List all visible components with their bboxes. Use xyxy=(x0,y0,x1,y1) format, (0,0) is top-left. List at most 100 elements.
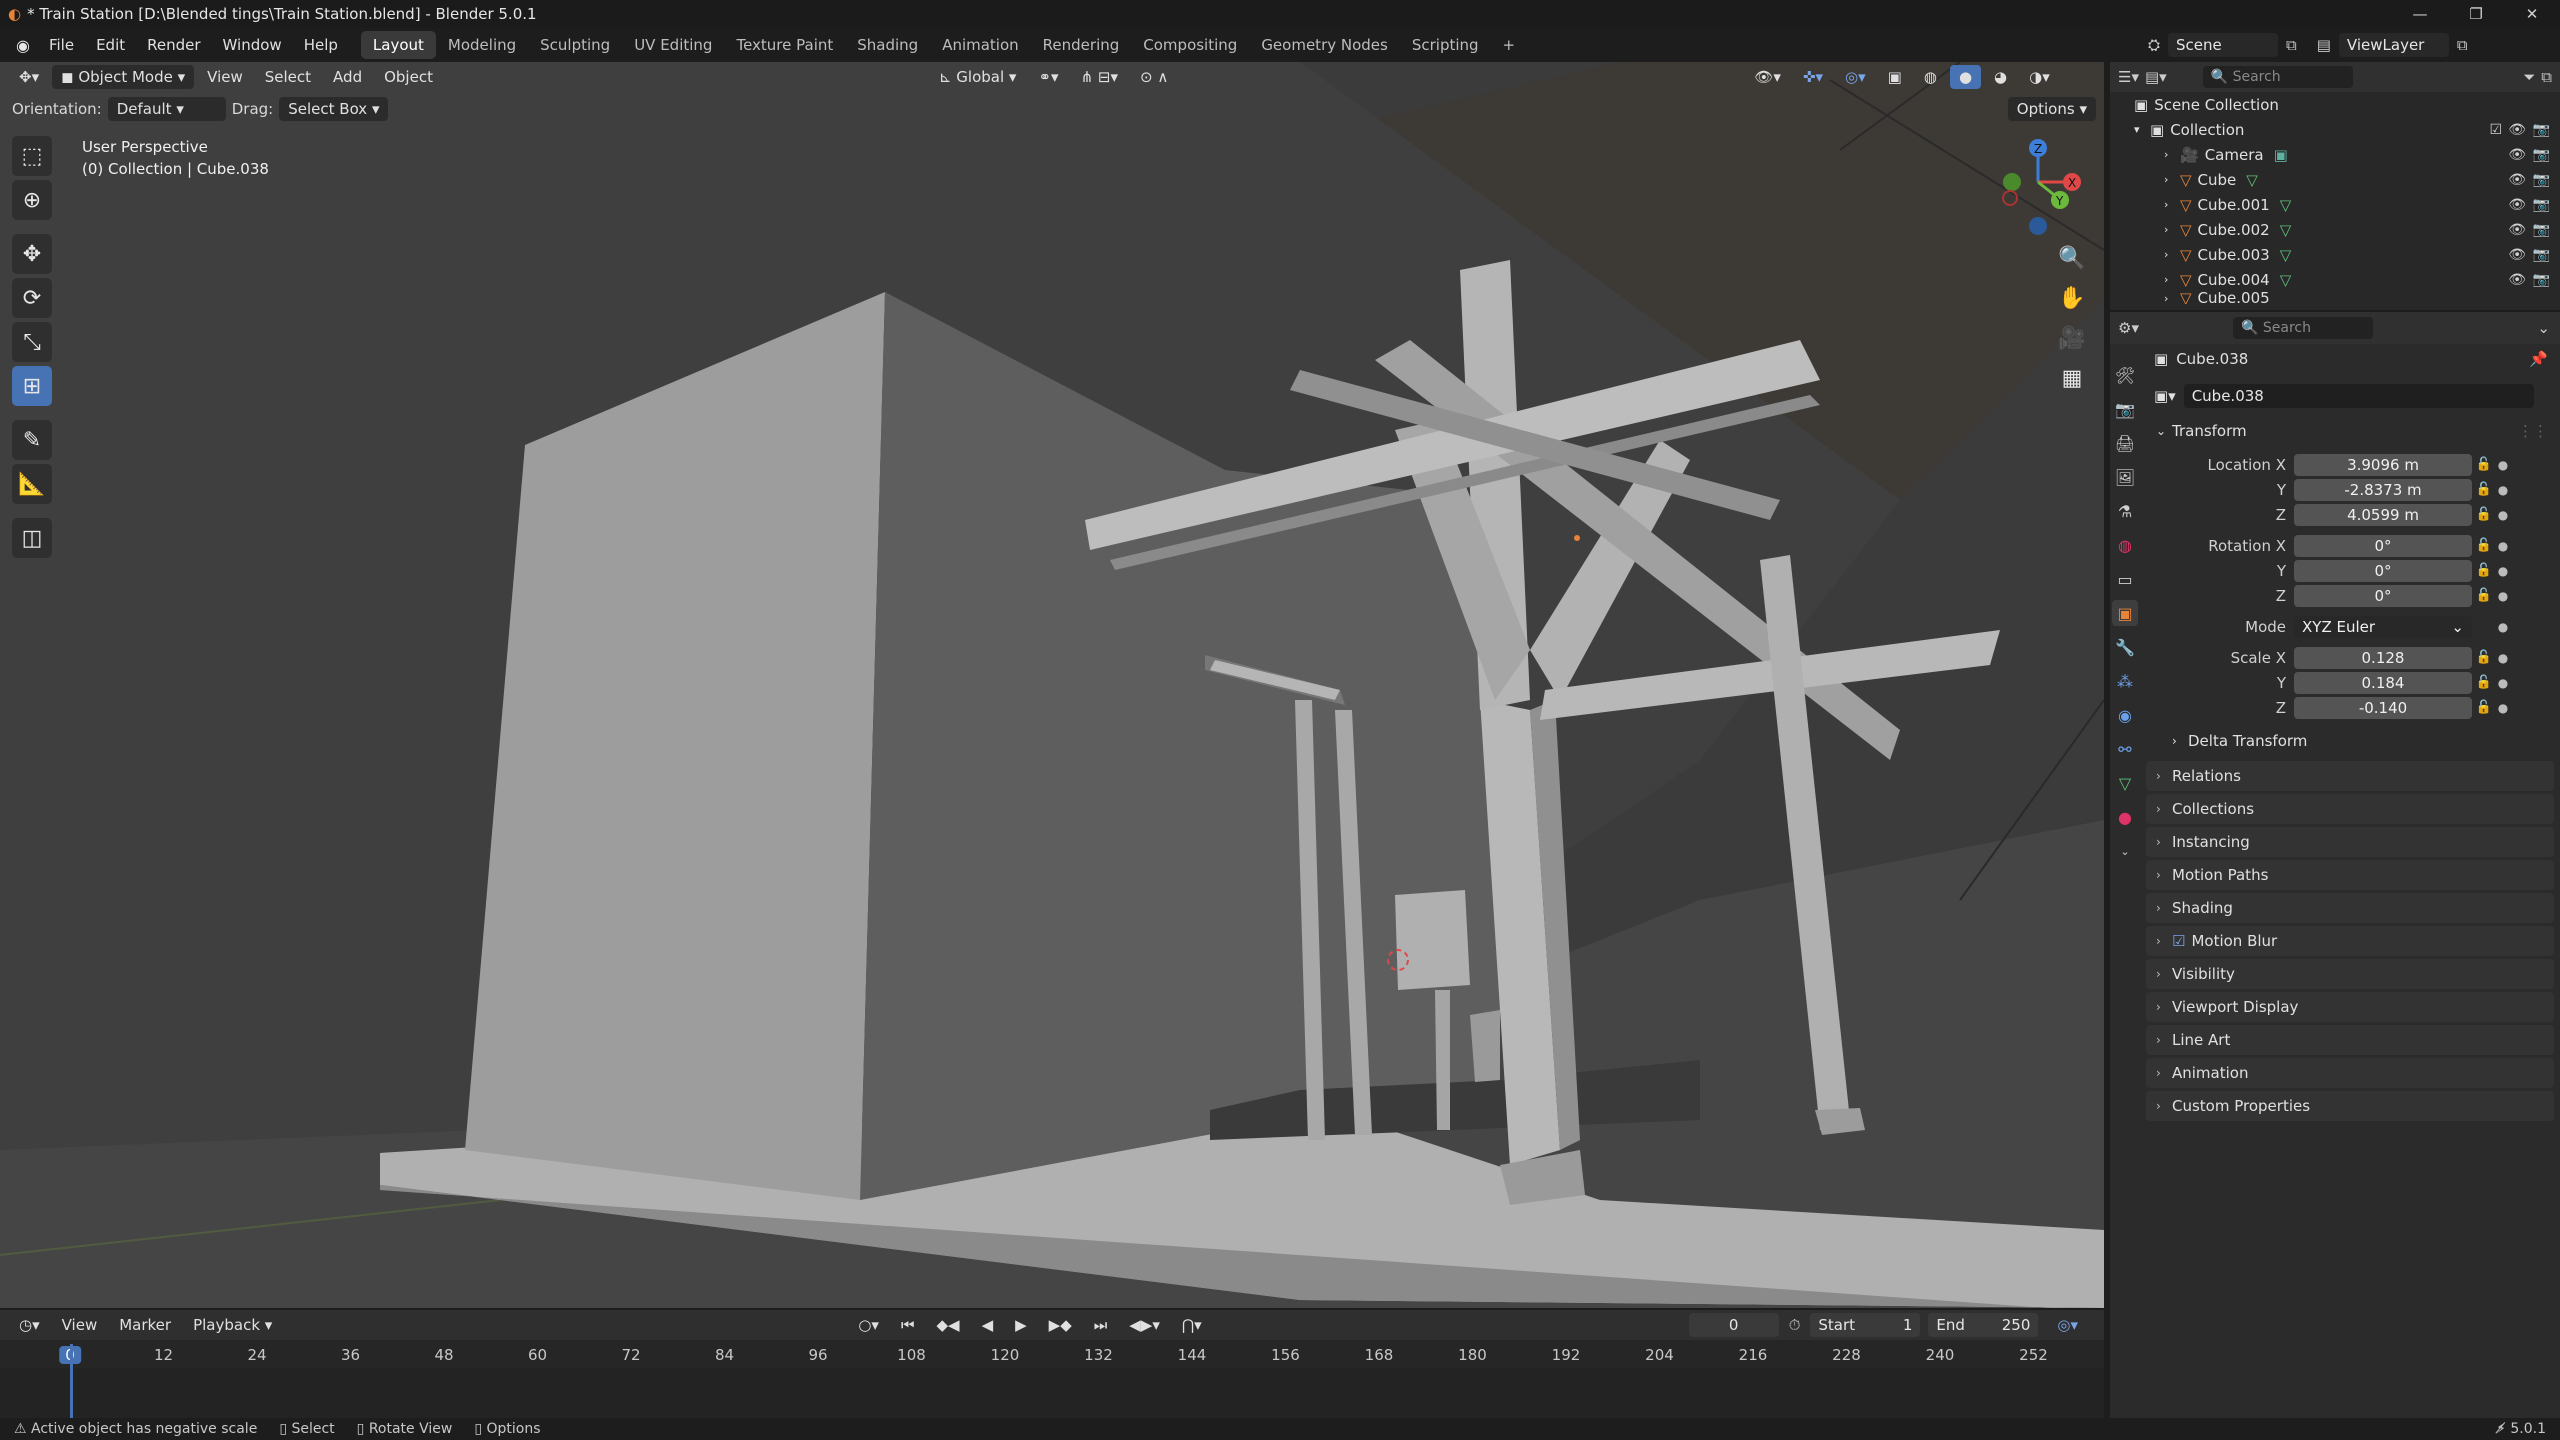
auto-key-icon[interactable]: ○▾ xyxy=(849,1313,888,1337)
keyframe-dot-icon[interactable]: ● xyxy=(2496,651,2510,665)
jump-key-forward-icon[interactable]: ▶◆ xyxy=(1040,1313,1081,1337)
timeline-overlay-icon[interactable]: ◎▾ xyxy=(2048,1313,2087,1337)
lock-icon[interactable]: 🔓 xyxy=(2472,507,2496,522)
visibility-eye-icon[interactable]: 👁 xyxy=(2508,222,2526,238)
orientation-dropdown[interactable]: Default ▾ xyxy=(107,97,226,121)
rotation-y-field[interactable]: 0° xyxy=(2294,559,2472,582)
camera-view-icon[interactable]: 🎥 xyxy=(2054,320,2090,356)
minimize-button[interactable]: — xyxy=(2392,5,2448,23)
visibility-eye-icon[interactable]: 👁 xyxy=(2508,147,2526,163)
outliner-item[interactable]: › ▽ Cube.005 xyxy=(2110,292,2560,304)
3d-viewport[interactable] xyxy=(0,62,2104,1308)
ortho-grid-icon[interactable]: ▦ xyxy=(2054,360,2090,396)
view-layer-field[interactable]: ViewLayer xyxy=(2338,33,2449,57)
tab-geometry-nodes[interactable]: Geometry Nodes xyxy=(1249,31,1400,59)
visibility-eye-icon[interactable]: 👁 xyxy=(2508,247,2526,263)
world-tab-icon[interactable]: ◍ xyxy=(2112,532,2138,558)
overlay-toggle-icon[interactable]: ◎▾ xyxy=(1836,65,1875,89)
proportional-edit-icon[interactable]: ⊙ ∧ xyxy=(1131,65,1177,89)
tab-scripting[interactable]: Scripting xyxy=(1400,31,1491,59)
scene-tab-icon[interactable]: ⚗ xyxy=(2112,498,2138,524)
drag-handle-icon[interactable]: ⋮⋮ xyxy=(2518,422,2548,440)
timeline-menu-view[interactable]: View xyxy=(53,1313,107,1337)
datablock-type-icon[interactable]: ▣▾ xyxy=(2154,387,2176,405)
pan-hand-icon[interactable]: ✋ xyxy=(2054,280,2090,316)
rotation-mode-dropdown[interactable]: XYZ Euler ⌄ xyxy=(2294,615,2472,638)
view-layer-tab-icon[interactable]: 🖼 xyxy=(2112,464,2138,490)
zoom-icon[interactable]: 🔍 xyxy=(2054,240,2090,276)
lock-icon[interactable]: 🔓 xyxy=(2472,650,2496,665)
play-icon[interactable]: ▶ xyxy=(1006,1313,1036,1337)
render-camera-icon[interactable]: 📷 xyxy=(2533,247,2550,263)
checkbox-icon[interactable]: ☑ xyxy=(2489,122,2502,138)
shading-solid-icon[interactable]: ● xyxy=(1949,65,1982,89)
panel-shading[interactable]: › Shading xyxy=(2146,893,2554,923)
render-camera-icon[interactable]: 📷 xyxy=(2533,122,2550,138)
rotation-x-field[interactable]: 0° xyxy=(2294,534,2472,557)
panel-viewport-display[interactable]: › Viewport Display xyxy=(2146,992,2554,1022)
snap-magnet-icon[interactable]: ⋂▾ xyxy=(1173,1313,1211,1337)
expand-chevron-icon[interactable]: › xyxy=(2164,248,2180,261)
lock-icon[interactable]: 🔓 xyxy=(2472,563,2496,578)
datablock-name-field[interactable]: Cube.038 xyxy=(2183,384,2534,408)
constraints-tab-icon[interactable]: ⚯ xyxy=(2112,736,2138,762)
annotate-tool-icon[interactable]: ✎ xyxy=(12,420,52,460)
scale-y-field[interactable]: 0.184 xyxy=(2294,671,2472,694)
panel-custom-properties[interactable]: › Custom Properties xyxy=(2146,1091,2554,1121)
keyframe-dot-icon[interactable]: ● xyxy=(2496,539,2510,553)
delta-transform-subpanel[interactable]: › Delta Transform xyxy=(2146,724,2554,758)
stopwatch-icon[interactable]: ⏱ xyxy=(1789,1316,1801,1334)
rotate-tool-icon[interactable]: ⟳ xyxy=(12,278,52,318)
shading-wireframe-icon[interactable]: ◍ xyxy=(1915,65,1946,89)
filter-icon[interactable]: ⏷ xyxy=(2523,68,2535,86)
render-tab-icon[interactable]: 📷 xyxy=(2112,396,2138,422)
tab-layout[interactable]: Layout xyxy=(360,31,436,59)
scale-z-field[interactable]: -0.140 xyxy=(2294,696,2472,719)
measure-tool-icon[interactable]: 📐 xyxy=(12,464,52,504)
expand-chevron-icon[interactable]: › xyxy=(2164,292,2180,304)
keyframe-dot-icon[interactable]: ● xyxy=(2496,589,2510,603)
outliner-item[interactable]: › ▽ Cube.001 ▽ 👁 📷 xyxy=(2110,192,2560,217)
keyframe-dot-icon[interactable]: ● xyxy=(2496,483,2510,497)
tab-modeling[interactable]: Modeling xyxy=(436,31,528,59)
tab-sculpting[interactable]: Sculpting xyxy=(528,31,622,59)
data-tab-icon[interactable]: ▽ xyxy=(2112,770,2138,796)
close-button[interactable]: ✕ xyxy=(2504,5,2560,23)
render-camera-icon[interactable]: 📷 xyxy=(2533,147,2550,163)
lock-icon[interactable]: 🔓 xyxy=(2472,588,2496,603)
properties-editor-icon[interactable]: ⚙▾ xyxy=(2118,319,2139,337)
modifier-tab-icon[interactable]: 🔧 xyxy=(2112,634,2138,660)
gizmo-toggle-icon[interactable]: ✜▾ xyxy=(1794,65,1832,89)
options-dropdown[interactable]: Options ▾ xyxy=(2007,97,2096,121)
menu-help[interactable]: Help xyxy=(293,31,349,59)
expand-chevron-icon[interactable]: › xyxy=(2164,148,2180,161)
keyframe-dot-icon[interactable]: ● xyxy=(2496,564,2510,578)
menu-add[interactable]: Add xyxy=(324,65,371,89)
panel-motion-blur[interactable]: › ☑ Motion Blur xyxy=(2146,926,2554,956)
end-frame-field[interactable]: End 250 xyxy=(1928,1313,2039,1337)
menu-file[interactable]: File xyxy=(38,31,85,59)
keyframe-nav-icon[interactable]: ◀▶▾ xyxy=(1120,1313,1169,1337)
shading-rendered-icon[interactable]: ◑▾ xyxy=(2020,65,2059,89)
jump-end-icon[interactable]: ⏭ xyxy=(1085,1313,1117,1337)
select-box-tool-icon[interactable]: ⬚ xyxy=(12,136,52,176)
timeline-menu-playback[interactable]: Playback ▾ xyxy=(184,1313,281,1337)
frame-ruler[interactable]: 0122436486072849610812013214415616818019… xyxy=(0,1344,2104,1368)
menu-edit[interactable]: Edit xyxy=(85,31,136,59)
add-workspace-button[interactable]: + xyxy=(1491,31,1528,59)
navigation-gizmo[interactable]: Z X Y xyxy=(1990,132,2090,242)
add-cube-tool-icon[interactable]: ◫ xyxy=(12,518,52,558)
expand-chevron-icon[interactable]: › xyxy=(2164,273,2180,286)
panel-line-art[interactable]: › Line Art xyxy=(2146,1025,2554,1055)
location-y-field[interactable]: -2.8373 m xyxy=(2294,478,2472,501)
pivot-icon[interactable]: ⚭▾ xyxy=(1029,65,1067,89)
transform-panel-header[interactable]: ⌄ Transform ⋮⋮ xyxy=(2146,416,2554,446)
collection-tab-icon[interactable]: ▭ xyxy=(2112,566,2138,592)
properties-search-input[interactable]: 🔍 Search xyxy=(2232,317,2373,339)
mode-dropdown[interactable]: ◼ Object Mode ▾ xyxy=(52,65,195,89)
render-camera-icon[interactable]: 📷 xyxy=(2533,197,2550,213)
visibility-eye-icon[interactable]: 👁 xyxy=(2508,197,2526,213)
timeline[interactable]: ◷▾ View Marker Playback ▾ ○▾ ⏮ ◆◀ ◀ ▶ ▶◆… xyxy=(0,1310,2104,1418)
scene-collection-row[interactable]: ▣ Scene Collection xyxy=(2110,92,2560,117)
visibility-eye-icon[interactable]: 👁 xyxy=(2508,122,2526,138)
